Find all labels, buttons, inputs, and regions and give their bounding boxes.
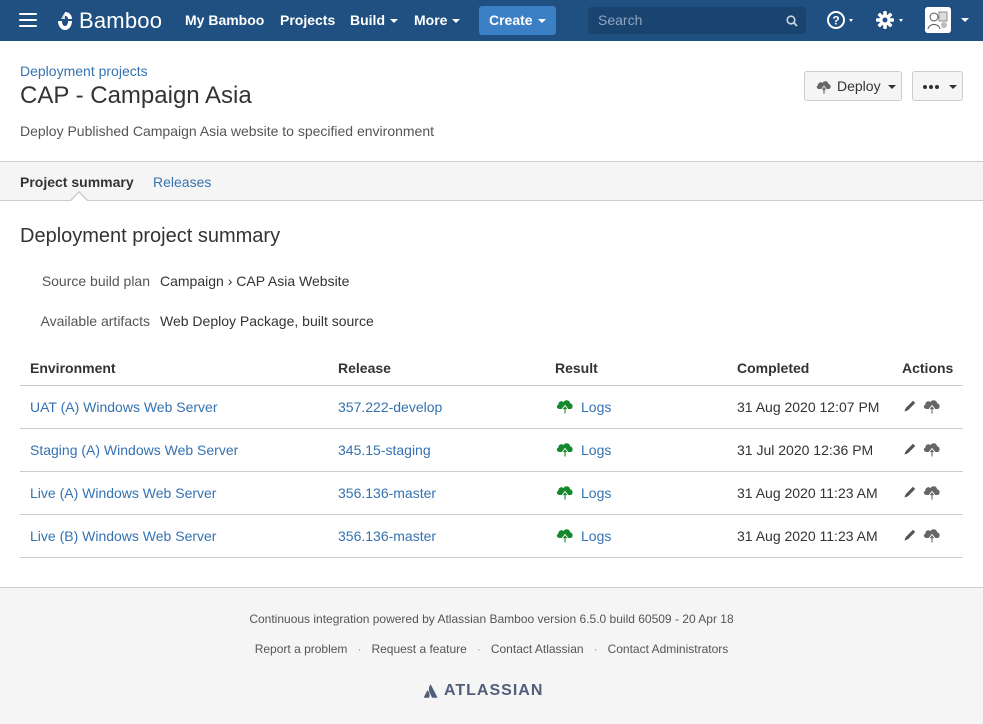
separator: · (476, 642, 481, 656)
environment-link[interactable]: UAT (A) Windows Web Server (30, 399, 218, 415)
active-tab-indicator-fill (71, 193, 87, 201)
report-problem-link[interactable]: Report a problem (255, 642, 348, 656)
search-icon (786, 15, 798, 27)
table-row: Live (A) Windows Web Server 356.136-mast… (20, 472, 963, 515)
chevron-down-icon (887, 85, 896, 89)
edit-pencil-icon[interactable] (903, 528, 917, 542)
table-row: UAT (A) Windows Web Server 357.222-devel… (20, 386, 963, 429)
help-icon: ? (827, 11, 853, 29)
request-feature-link[interactable]: Request a feature (371, 642, 466, 656)
column-header-result: Result (555, 360, 598, 376)
deploy-cloud-icon[interactable] (922, 441, 942, 459)
section-title: Deployment project summary (20, 225, 281, 247)
environment-link[interactable]: Staging (A) Windows Web Server (30, 442, 238, 458)
deploy-cloud-icon[interactable] (922, 527, 942, 545)
avatar[interactable] (925, 7, 951, 33)
deploy-button[interactable]: Deploy (804, 71, 902, 101)
table-row: Live (B) Windows Web Server 356.136-mast… (20, 515, 963, 558)
completed-date: 31 Jul 2020 12:36 PM (737, 442, 874, 458)
environment-link[interactable]: Live (A) Windows Web Server (30, 485, 216, 501)
column-header-environment: Environment (30, 360, 116, 376)
completed-date: 31 Aug 2020 11:23 AM (737, 528, 878, 544)
release-link[interactable]: 356.136-master (338, 485, 436, 501)
footer: Continuous integration powered by Atlass… (0, 587, 983, 724)
deploy-button-label: Deploy (837, 78, 881, 94)
create-button-label: Create (489, 12, 533, 28)
top-navigation: Bamboo My Bamboo Projects Build More Cre… (0, 0, 983, 41)
source-build-plan-link[interactable]: Campaign › CAP Asia Website (160, 273, 349, 289)
contact-atlassian-link[interactable]: Contact Atlassian (491, 642, 584, 656)
nav-more-label: More (414, 12, 448, 28)
column-header-actions: Actions (902, 360, 954, 376)
nav-projects[interactable]: Projects (280, 12, 335, 28)
breadcrumb[interactable]: Deployment projects (20, 63, 148, 79)
tab-project-summary[interactable]: Project summary (20, 174, 134, 190)
logs-link[interactable]: Logs (581, 399, 611, 415)
success-cloud-icon (556, 486, 573, 501)
completed-date: 31 Aug 2020 11:23 AM (737, 485, 878, 501)
chevron-down-icon (537, 19, 546, 24)
more-icon (923, 85, 941, 89)
contact-administrators-link[interactable]: Contact Administrators (608, 642, 729, 656)
success-cloud-icon (556, 400, 573, 415)
atlassian-logo[interactable]: ATLASSIAN (423, 682, 543, 700)
logs-link[interactable]: Logs (581, 442, 611, 458)
menu-icon[interactable] (19, 13, 37, 27)
settings-menu[interactable] (875, 10, 907, 33)
column-header-release: Release (338, 360, 391, 376)
tab-releases[interactable]: Releases (153, 174, 211, 190)
completed-date: 31 Aug 2020 12:07 PM (737, 399, 880, 415)
deploy-cloud-icon (816, 81, 831, 95)
deploy-cloud-icon[interactable] (922, 398, 942, 416)
chevron-down-icon (390, 19, 398, 24)
more-actions-button[interactable] (912, 71, 963, 101)
footer-powered-by: Continuous integration powered by Atlass… (249, 612, 734, 626)
available-artifacts-value: Web Deploy Package, built source (160, 313, 374, 329)
separator: · (593, 642, 598, 656)
separator: · (357, 642, 362, 656)
user-avatar-icon (925, 7, 951, 33)
logs-link[interactable]: Logs (581, 528, 611, 544)
search-placeholder: Search (598, 12, 643, 28)
deploy-cloud-icon[interactable] (922, 484, 942, 502)
page-description: Deploy Published Campaign Asia website t… (20, 123, 435, 139)
nav-build-label: Build (350, 12, 385, 28)
bamboo-logo-icon (58, 12, 72, 30)
chevron-down-icon (949, 85, 957, 89)
release-link[interactable]: 357.222-develop (338, 399, 442, 415)
svg-text:?: ? (832, 14, 839, 28)
page-title: CAP - Campaign Asia (20, 82, 252, 109)
nav-more[interactable]: More (414, 12, 461, 28)
success-cloud-icon (556, 443, 573, 458)
release-link[interactable]: 345.15-staging (338, 442, 431, 458)
logs-link[interactable]: Logs (581, 485, 611, 501)
bamboo-logo[interactable]: Bamboo (55, 8, 162, 34)
gear-icon (876, 11, 903, 29)
environment-link[interactable]: Live (B) Windows Web Server (30, 528, 216, 544)
column-header-completed: Completed (737, 360, 810, 376)
source-build-plan-label: Source build plan (41, 273, 150, 289)
create-button[interactable]: Create (479, 6, 556, 35)
chevron-down-icon[interactable] (961, 18, 969, 22)
edit-pencil-icon[interactable] (903, 399, 917, 413)
atlassian-logo-icon (423, 684, 438, 698)
success-cloud-icon (556, 529, 573, 544)
nav-my-bamboo[interactable]: My Bamboo (185, 12, 264, 28)
nav-build[interactable]: Build (350, 12, 398, 28)
tab-bar: Project summary Releases (0, 161, 983, 201)
search-input[interactable]: Search (588, 7, 806, 34)
available-artifacts-label: Available artifacts (40, 313, 150, 329)
chevron-down-icon (452, 19, 461, 24)
release-link[interactable]: 356.136-master (338, 528, 436, 544)
edit-pencil-icon[interactable] (903, 485, 917, 499)
footer-links: Report a problem · Request a feature · Conta… (0, 642, 983, 656)
brand-name: Bamboo (79, 8, 163, 33)
table-row: Staging (A) Windows Web Server 345.15-st… (20, 429, 963, 472)
edit-pencil-icon[interactable] (903, 442, 917, 456)
help-menu[interactable]: ? (826, 10, 856, 33)
atlassian-wordmark: ATLASSIAN (444, 682, 544, 699)
